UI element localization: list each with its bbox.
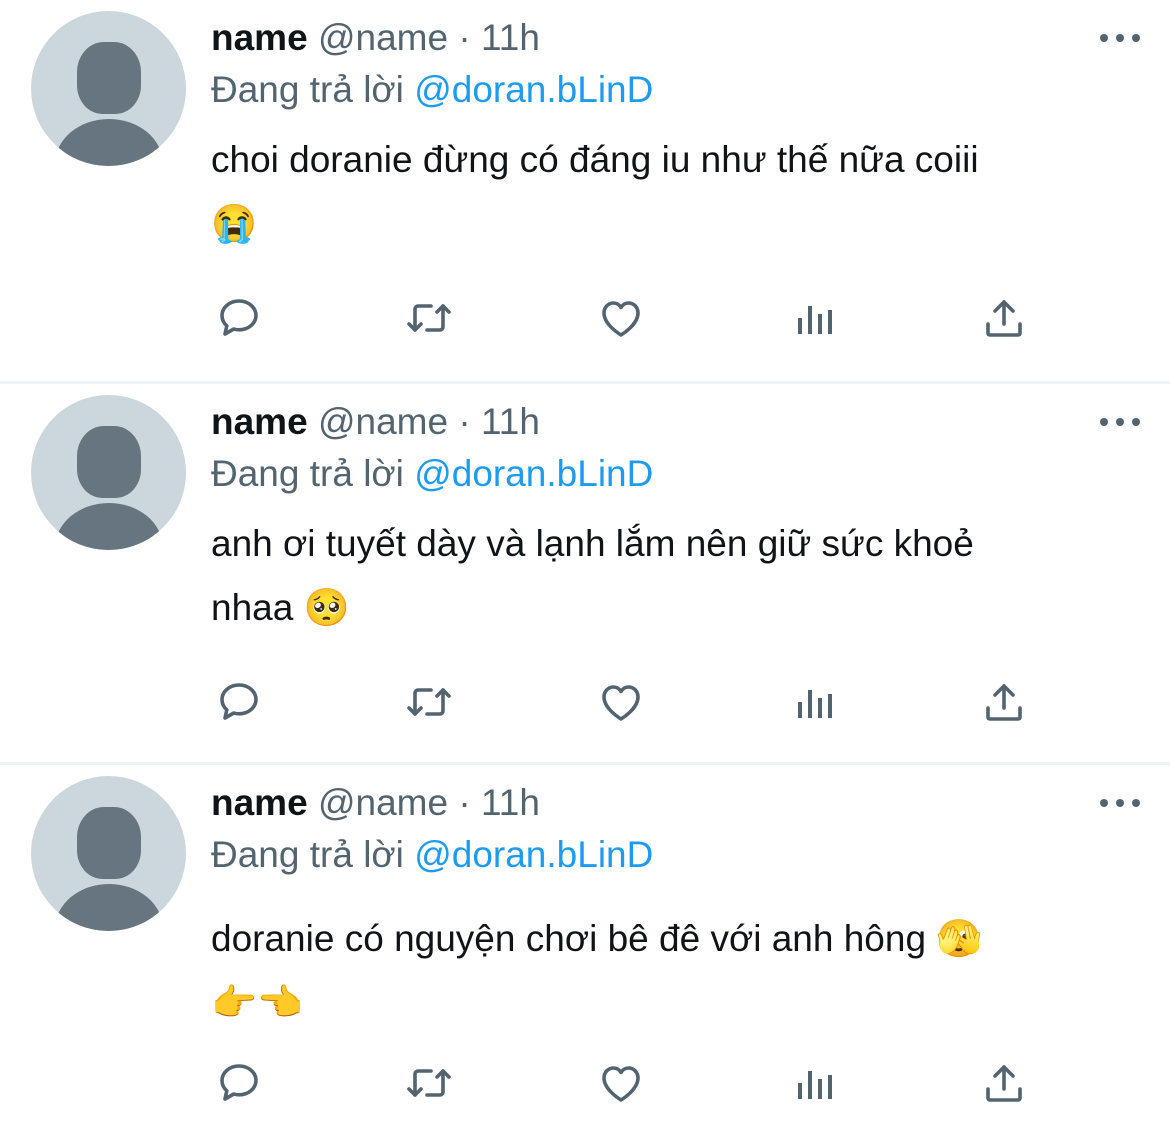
timestamp[interactable]: 11h xyxy=(481,782,540,823)
separator-dot: · xyxy=(458,17,471,58)
tweet-header: name @name · 11h xyxy=(211,400,540,444)
more-options-icon[interactable] xyxy=(1100,402,1140,442)
user-handle[interactable]: @name xyxy=(318,17,448,58)
reply-icon[interactable] xyxy=(211,290,267,346)
avatar-head-shape xyxy=(77,42,141,114)
replying-to: Đang trả lời @doran.bLinD xyxy=(211,68,653,112)
tweet-header: name @name · 11h xyxy=(211,781,540,825)
more-options-icon[interactable] xyxy=(1100,18,1140,58)
share-icon[interactable] xyxy=(976,1055,1032,1111)
tweet-text: anh ơi tuyết dày và lạnh lắm nên giữ sức… xyxy=(211,523,974,628)
replying-to: Đang trả lời @doran.bLinD xyxy=(211,833,653,877)
reply-prefix: Đang trả lời xyxy=(211,834,404,875)
user-handle[interactable]: @name xyxy=(318,782,448,823)
tweet[interactable]: name @name · 11h Đang trả lời @doran.bLi… xyxy=(0,0,1170,381)
avatar-body-shape xyxy=(55,884,163,931)
like-icon[interactable] xyxy=(593,290,649,346)
share-icon[interactable] xyxy=(976,290,1032,346)
tweet-text: choi doranie đừng có đáng iu như thế nữa… xyxy=(211,139,979,244)
avatar[interactable] xyxy=(31,395,186,550)
like-icon[interactable] xyxy=(593,1055,649,1111)
tweet-actions xyxy=(211,1055,1061,1111)
separator-dot: · xyxy=(458,782,471,823)
tweet-header: name @name · 11h xyxy=(211,16,540,60)
avatar-body-shape xyxy=(55,503,163,550)
avatar-head-shape xyxy=(77,426,141,498)
reply-prefix: Đang trả lời xyxy=(211,69,404,110)
like-icon[interactable] xyxy=(593,674,649,730)
reply-icon[interactable] xyxy=(211,674,267,730)
analytics-icon[interactable] xyxy=(786,1055,842,1111)
tweet[interactable]: name @name · 11h Đang trả lời @doran.bLi… xyxy=(0,381,1170,762)
tweet-actions xyxy=(211,290,1061,346)
display-name[interactable]: name xyxy=(211,17,308,58)
avatar-head-shape xyxy=(77,807,141,879)
tweet[interactable]: name @name · 11h Đang trả lời @doran.bLi… xyxy=(0,762,1170,1143)
avatar-body-shape xyxy=(55,119,163,166)
analytics-icon[interactable] xyxy=(786,290,842,346)
avatar[interactable] xyxy=(31,776,186,931)
timestamp[interactable]: 11h xyxy=(481,17,540,58)
user-handle[interactable]: @name xyxy=(318,401,448,442)
retweet-icon[interactable] xyxy=(401,290,457,346)
separator-dot: · xyxy=(458,401,471,442)
retweet-icon[interactable] xyxy=(401,1055,457,1111)
reply-prefix: Đang trả lời xyxy=(211,453,404,494)
display-name[interactable]: name xyxy=(211,401,308,442)
display-name[interactable]: name xyxy=(211,782,308,823)
share-icon[interactable] xyxy=(976,674,1032,730)
reply-mention-link[interactable]: @doran.bLinD xyxy=(414,834,653,875)
timestamp[interactable]: 11h xyxy=(481,401,540,442)
avatar[interactable] xyxy=(31,11,186,166)
analytics-icon[interactable] xyxy=(786,674,842,730)
reply-icon[interactable] xyxy=(211,1055,267,1111)
reply-mention-link[interactable]: @doran.bLinD xyxy=(414,453,653,494)
tweet-actions xyxy=(211,674,1061,730)
tweet-text: doranie có nguyện chơi bê đê với anh hôn… xyxy=(211,918,983,1023)
retweet-icon[interactable] xyxy=(401,674,457,730)
more-options-icon[interactable] xyxy=(1100,783,1140,823)
replying-to: Đang trả lời @doran.bLinD xyxy=(211,452,653,496)
reply-mention-link[interactable]: @doran.bLinD xyxy=(414,69,653,110)
